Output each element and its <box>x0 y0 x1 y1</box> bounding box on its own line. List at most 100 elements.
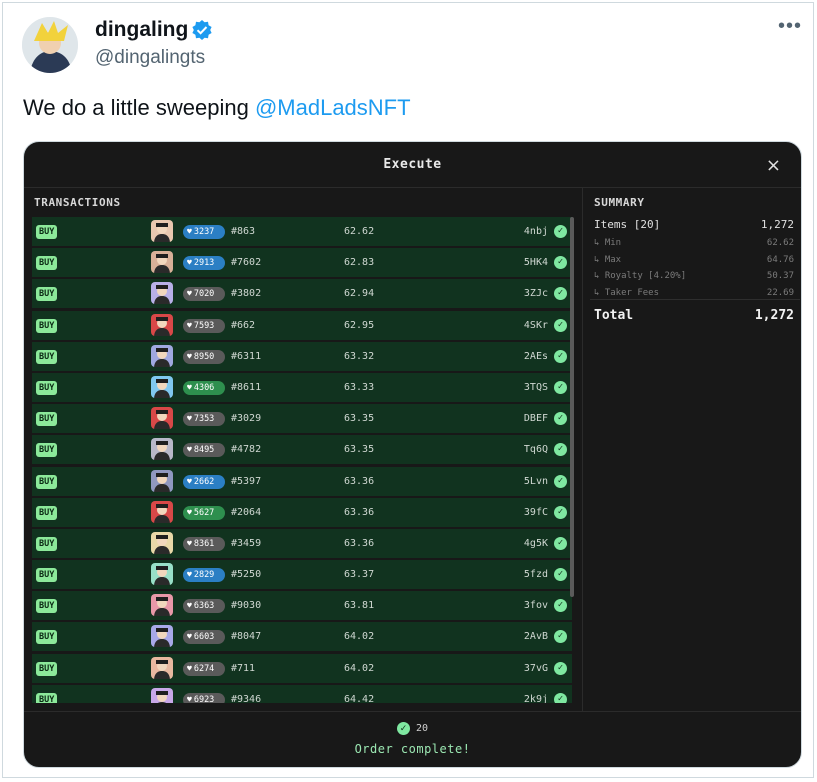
transaction-link[interactable]: 5fzd <box>524 568 548 582</box>
summary-min-label: ↳ Min <box>594 238 622 248</box>
nft-thumbnail[interactable] <box>151 282 173 305</box>
check-icon: ✓ <box>554 536 567 550</box>
transaction-row[interactable]: BUY ♥ 8950 #6311 63.32 2AEs ✓ <box>32 341 572 371</box>
token-id: #3459 <box>231 537 262 549</box>
nft-thumbnail[interactable] <box>151 563 173 586</box>
buy-badge: BUY <box>36 474 58 489</box>
transaction-row[interactable]: BUY ♥ 4306 #8611 63.33 3TQS ✓ <box>32 372 572 402</box>
transaction-row[interactable]: BUY ♥ 2662 #5397 63.36 5Lvn ✓ <box>32 466 572 496</box>
rank-badge: ♥ 4306 <box>183 380 225 395</box>
token-id: #662 <box>231 319 256 331</box>
transaction-row[interactable]: BUY ♥ 7353 #3029 63.35 DBEF ✓ <box>32 404 572 434</box>
rank-value: 7593 <box>193 320 215 331</box>
nft-thumbnail[interactable] <box>151 656 173 679</box>
heart-icon: ♥ <box>187 507 192 517</box>
token-id: #9030 <box>231 600 262 612</box>
nft-thumbnail[interactable] <box>151 251 173 274</box>
verified-badge-icon <box>191 19 213 41</box>
nft-thumbnail[interactable] <box>151 220 173 242</box>
price: 64.42 <box>344 693 375 703</box>
transaction-link[interactable]: Tq6Q <box>524 443 548 457</box>
transaction-row[interactable]: BUY ♥ 3237 #863 62.62 4nbj ✓ <box>32 217 572 246</box>
transaction-link[interactable]: 5Lvn <box>524 475 548 489</box>
rank-badge: ♥ 7593 <box>183 318 225 333</box>
nft-thumbnail[interactable] <box>151 313 173 336</box>
divider <box>24 711 801 712</box>
buy-badge: BUY <box>36 599 58 614</box>
transactions-list[interactable]: BUY ♥ 3237 #863 62.62 4nbj ✓ BUY ♥ 2913 #7602 62.83… <box>32 217 572 703</box>
transaction-link[interactable]: 3TQS <box>524 381 548 395</box>
summary-total-value: 1,272 <box>754 308 794 323</box>
transaction-link[interactable]: DBEF <box>524 412 548 426</box>
transaction-link[interactable]: 37vG <box>524 662 548 676</box>
check-icon: ✓ <box>554 380 567 394</box>
transaction-link[interactable]: 4SKr <box>524 319 548 333</box>
token-id: #6311 <box>231 350 262 362</box>
rank-badge: ♥ 3237 <box>183 225 225 239</box>
transaction-link[interactable]: 4nbj <box>524 225 548 239</box>
nft-thumbnail[interactable] <box>151 407 173 430</box>
modal-title: Execute <box>383 157 442 172</box>
transaction-link[interactable]: 2AvB <box>524 630 548 644</box>
nft-thumbnail[interactable] <box>151 625 173 648</box>
scrollbar[interactable] <box>570 217 574 597</box>
transaction-row[interactable]: BUY ♥ 8361 #3459 63.36 4g5K ✓ <box>32 528 572 558</box>
summary-min-value: 62.62 <box>766 238 794 248</box>
handle[interactable]: @dingalingts <box>95 47 205 69</box>
avatar[interactable] <box>22 17 78 73</box>
display-name[interactable]: dingaling <box>95 18 188 42</box>
token-id: #3029 <box>231 413 262 425</box>
heart-icon: ♥ <box>187 227 192 236</box>
buy-badge: BUY <box>36 505 58 520</box>
check-icon: ✓ <box>554 412 567 426</box>
nft-thumbnail[interactable] <box>151 594 173 617</box>
transaction-row[interactable]: BUY ♥ 6603 #8047 64.02 2AvB ✓ <box>32 622 572 652</box>
nft-thumbnail[interactable] <box>151 375 173 398</box>
rank-value: 2913 <box>193 258 215 269</box>
heart-icon: ♥ <box>187 289 192 299</box>
summary-header: SUMMARY <box>594 196 645 209</box>
rank-badge: ♥ 2829 <box>183 568 225 583</box>
transaction-row[interactable]: BUY ♥ 6363 #9030 63.81 3fov ✓ <box>32 591 572 621</box>
check-icon: ✓ <box>554 287 567 301</box>
close-icon[interactable]: × <box>766 155 781 176</box>
transaction-row[interactable]: BUY ♥ 7593 #662 62.95 4SKr ✓ <box>32 310 572 340</box>
buy-badge: BUY <box>36 318 58 333</box>
price: 63.35 <box>344 413 375 425</box>
price: 62.62 <box>344 226 375 237</box>
transaction-row[interactable]: BUY ♥ 7020 #3802 62.94 3ZJc ✓ <box>32 279 572 309</box>
transaction-row[interactable]: BUY ♥ 2829 #5250 63.37 5fzd ✓ <box>32 560 572 590</box>
transaction-link[interactable]: 4g5K <box>524 537 548 551</box>
token-id: #2064 <box>231 506 262 518</box>
mention-link[interactable]: @MadLadsNFT <box>255 95 411 120</box>
transaction-link[interactable]: 2k9j <box>524 693 548 703</box>
transaction-row[interactable]: BUY ♥ 8495 #4782 63.35 Tq6Q ✓ <box>32 435 572 465</box>
transaction-link[interactable]: 5HK4 <box>524 256 548 270</box>
buy-badge: BUY <box>36 536 58 551</box>
transactions-header: TRANSACTIONS <box>34 196 121 209</box>
buy-badge: BUY <box>36 443 58 458</box>
transaction-link[interactable]: 2AEs <box>524 350 548 364</box>
rank-badge: ♥ 6603 <box>183 630 225 645</box>
price: 63.37 <box>344 569 375 581</box>
nft-thumbnail[interactable] <box>151 344 173 367</box>
nft-thumbnail[interactable] <box>151 469 173 492</box>
transaction-row[interactable]: BUY ♥ 6274 #711 64.02 37vG ✓ <box>32 653 572 683</box>
nft-thumbnail[interactable] <box>151 531 173 554</box>
transaction-link[interactable]: 3ZJc <box>524 287 548 301</box>
transaction-row[interactable]: BUY ♥ 6923 #9346 64.42 2k9j ✓ <box>32 684 572 703</box>
nft-thumbnail[interactable] <box>151 687 173 703</box>
nft-thumbnail[interactable] <box>151 500 173 523</box>
transaction-row[interactable]: BUY ♥ 2913 #7602 62.83 5HK4 ✓ <box>32 248 572 278</box>
rank-value: 6603 <box>193 632 215 643</box>
attached-image[interactable]: Execute × TRANSACTIONS SUMMARY BUY ♥ 3237 #… <box>23 141 802 768</box>
price: 62.83 <box>344 257 375 269</box>
transaction-row[interactable]: BUY ♥ 5627 #2064 63.36 39fC ✓ <box>32 497 572 527</box>
summary-total-label: Total <box>594 308 634 323</box>
transaction-link[interactable]: 39fC <box>524 506 548 520</box>
nft-thumbnail[interactable] <box>151 438 173 461</box>
rank-value: 2662 <box>193 476 215 487</box>
tweet-text: We do a little sweeping @MadLadsNFT <box>23 95 411 121</box>
more-icon[interactable]: ••• <box>778 15 802 38</box>
transaction-link[interactable]: 3fov <box>524 599 548 613</box>
